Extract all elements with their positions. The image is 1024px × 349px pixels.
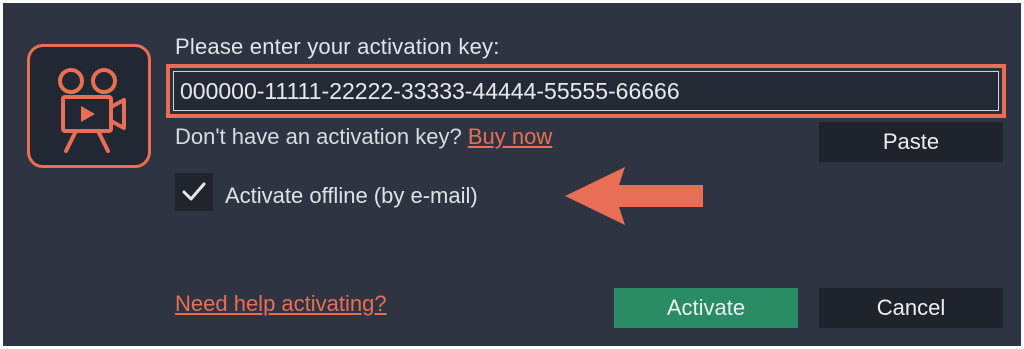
no-key-text: Don't have an activation key? <box>175 124 462 149</box>
checkmark-icon <box>182 182 206 201</box>
activation-prompt: Please enter your activation key: <box>175 34 500 59</box>
activate-offline-checkbox[interactable] <box>175 173 213 211</box>
activate-button[interactable]: Activate <box>614 288 798 328</box>
buy-now-link[interactable]: Buy now <box>468 124 552 149</box>
need-help-link[interactable]: Need help activating? <box>175 291 387 317</box>
paste-button[interactable]: Paste <box>819 122 1003 162</box>
no-key-row: Don't have an activation key? Buy now <box>175 124 552 150</box>
cancel-button[interactable]: Cancel <box>819 288 1003 328</box>
activation-key-highlight <box>166 64 1006 118</box>
film-camera-icon <box>58 68 126 153</box>
activate-offline-label: Activate offline (by e-mail) <box>225 183 478 208</box>
activation-key-input[interactable] <box>173 71 999 111</box>
video-editor-logo-icon <box>27 44 151 168</box>
activation-dialog: Please enter your activation key: Don't … <box>3 3 1021 346</box>
arrow-left-icon <box>565 167 703 225</box>
